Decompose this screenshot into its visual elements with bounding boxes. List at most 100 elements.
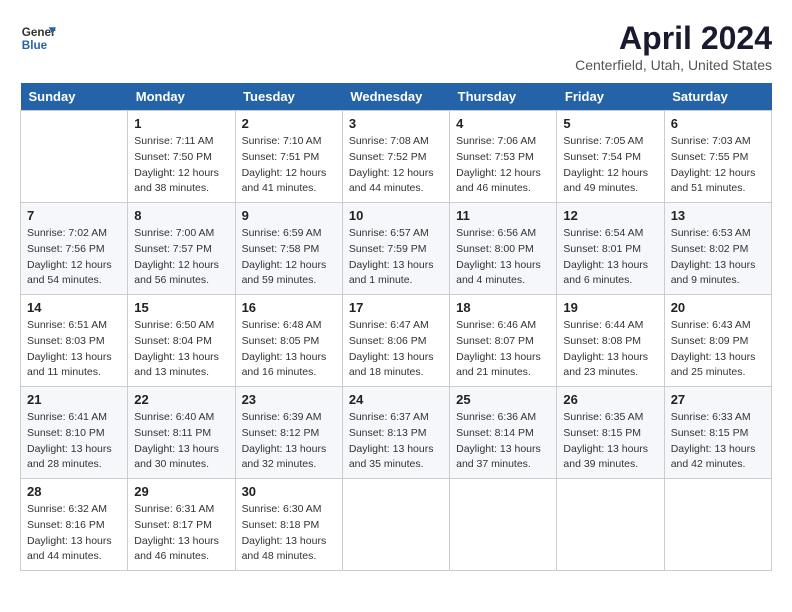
day-header-wednesday: Wednesday: [342, 83, 449, 111]
calendar-cell: 13 Sunrise: 6:53 AM Sunset: 8:02 PM Dayli…: [664, 203, 771, 295]
calendar-cell: 16 Sunrise: 6:48 AM Sunset: 8:05 PM Dayli…: [235, 295, 342, 387]
date-number: 13: [671, 208, 765, 223]
cell-info: Sunrise: 6:48 AM Sunset: 8:05 PM Dayligh…: [242, 318, 336, 381]
cell-info: Sunrise: 7:03 AM Sunset: 7:55 PM Dayligh…: [671, 134, 765, 197]
day-header-saturday: Saturday: [664, 83, 771, 111]
calendar-cell: 21 Sunrise: 6:41 AM Sunset: 8:10 PM Dayli…: [21, 387, 128, 479]
calendar-cell: 30 Sunrise: 6:30 AM Sunset: 8:18 PM Dayli…: [235, 479, 342, 571]
title-area: April 2024 Centerfield, Utah, United Sta…: [575, 20, 772, 73]
calendar-cell: 19 Sunrise: 6:44 AM Sunset: 8:08 PM Dayli…: [557, 295, 664, 387]
cell-info: Sunrise: 6:56 AM Sunset: 8:00 PM Dayligh…: [456, 226, 550, 289]
calendar-cell: 7 Sunrise: 7:02 AM Sunset: 7:56 PM Daylig…: [21, 203, 128, 295]
calendar-cell: 15 Sunrise: 6:50 AM Sunset: 8:04 PM Dayli…: [128, 295, 235, 387]
date-number: 14: [27, 300, 121, 315]
cell-info: Sunrise: 6:35 AM Sunset: 8:15 PM Dayligh…: [563, 410, 657, 473]
cell-info: Sunrise: 6:30 AM Sunset: 8:18 PM Dayligh…: [242, 502, 336, 565]
svg-text:Blue: Blue: [22, 39, 48, 52]
cell-info: Sunrise: 6:51 AM Sunset: 8:03 PM Dayligh…: [27, 318, 121, 381]
calendar-cell: [342, 479, 449, 571]
week-row-2: 7 Sunrise: 7:02 AM Sunset: 7:56 PM Daylig…: [21, 203, 772, 295]
date-number: 6: [671, 116, 765, 131]
location: Centerfield, Utah, United States: [575, 57, 772, 73]
calendar-cell: 3 Sunrise: 7:08 AM Sunset: 7:52 PM Daylig…: [342, 111, 449, 203]
date-number: 22: [134, 392, 228, 407]
cell-info: Sunrise: 6:37 AM Sunset: 8:13 PM Dayligh…: [349, 410, 443, 473]
cell-info: Sunrise: 7:11 AM Sunset: 7:50 PM Dayligh…: [134, 134, 228, 197]
date-number: 23: [242, 392, 336, 407]
calendar-cell: [450, 479, 557, 571]
date-number: 18: [456, 300, 550, 315]
cell-info: Sunrise: 7:08 AM Sunset: 7:52 PM Dayligh…: [349, 134, 443, 197]
calendar-cell: 12Sunrise: 6:54 AM Sunset: 8:01 PM Dayli…: [557, 203, 664, 295]
cell-info: Sunrise: 6:50 AM Sunset: 8:04 PM Dayligh…: [134, 318, 228, 381]
calendar-table: SundayMondayTuesdayWednesdayThursdayFrid…: [20, 83, 772, 571]
cell-info: Sunrise: 7:10 AM Sunset: 7:51 PM Dayligh…: [242, 134, 336, 197]
date-number: 24: [349, 392, 443, 407]
calendar-cell: [557, 479, 664, 571]
date-number: 26: [563, 392, 657, 407]
calendar-cell: 9 Sunrise: 6:59 AM Sunset: 7:58 PM Daylig…: [235, 203, 342, 295]
calendar-cell: 1Sunrise: 7:11 AM Sunset: 7:50 PM Daylig…: [128, 111, 235, 203]
date-number: 25: [456, 392, 550, 407]
calendar-cell: 18 Sunrise: 6:46 AM Sunset: 8:07 PM Dayli…: [450, 295, 557, 387]
cell-info: Sunrise: 6:31 AM Sunset: 8:17 PM Dayligh…: [134, 502, 228, 565]
day-header-monday: Monday: [128, 83, 235, 111]
week-row-1: 1Sunrise: 7:11 AM Sunset: 7:50 PM Daylig…: [21, 111, 772, 203]
header-row: SundayMondayTuesdayWednesdayThursdayFrid…: [21, 83, 772, 111]
cell-info: Sunrise: 6:44 AM Sunset: 8:08 PM Dayligh…: [563, 318, 657, 381]
date-number: 11: [456, 208, 550, 223]
date-number: 3: [349, 116, 443, 131]
day-header-friday: Friday: [557, 83, 664, 111]
day-header-sunday: Sunday: [21, 83, 128, 111]
date-number: 2: [242, 116, 336, 131]
calendar-cell: 5Sunrise: 7:05 AM Sunset: 7:54 PM Daylig…: [557, 111, 664, 203]
calendar-cell: 17Sunrise: 6:47 AM Sunset: 8:06 PM Dayli…: [342, 295, 449, 387]
cell-info: Sunrise: 6:53 AM Sunset: 8:02 PM Dayligh…: [671, 226, 765, 289]
date-number: 8: [134, 208, 228, 223]
calendar-cell: 6 Sunrise: 7:03 AM Sunset: 7:55 PM Daylig…: [664, 111, 771, 203]
date-number: 4: [456, 116, 550, 131]
cell-info: Sunrise: 7:00 AM Sunset: 7:57 PM Dayligh…: [134, 226, 228, 289]
week-row-4: 21 Sunrise: 6:41 AM Sunset: 8:10 PM Dayli…: [21, 387, 772, 479]
cell-info: Sunrise: 6:39 AM Sunset: 8:12 PM Dayligh…: [242, 410, 336, 473]
cell-info: Sunrise: 6:36 AM Sunset: 8:14 PM Dayligh…: [456, 410, 550, 473]
cell-info: Sunrise: 7:02 AM Sunset: 7:56 PM Dayligh…: [27, 226, 121, 289]
day-header-tuesday: Tuesday: [235, 83, 342, 111]
calendar-cell: 23 Sunrise: 6:39 AM Sunset: 8:12 PM Dayli…: [235, 387, 342, 479]
cell-info: Sunrise: 6:40 AM Sunset: 8:11 PM Dayligh…: [134, 410, 228, 473]
calendar-cell: 10Sunrise: 6:57 AM Sunset: 7:59 PM Dayli…: [342, 203, 449, 295]
date-number: 29: [134, 484, 228, 499]
date-number: 9: [242, 208, 336, 223]
date-number: 27: [671, 392, 765, 407]
cell-info: Sunrise: 6:59 AM Sunset: 7:58 PM Dayligh…: [242, 226, 336, 289]
calendar-cell: [21, 111, 128, 203]
week-row-5: 28Sunrise: 6:32 AM Sunset: 8:16 PM Dayli…: [21, 479, 772, 571]
cell-info: Sunrise: 6:57 AM Sunset: 7:59 PM Dayligh…: [349, 226, 443, 289]
calendar-cell: 25 Sunrise: 6:36 AM Sunset: 8:14 PM Dayli…: [450, 387, 557, 479]
cell-info: Sunrise: 6:46 AM Sunset: 8:07 PM Dayligh…: [456, 318, 550, 381]
cell-info: Sunrise: 6:41 AM Sunset: 8:10 PM Dayligh…: [27, 410, 121, 473]
calendar-cell: 14 Sunrise: 6:51 AM Sunset: 8:03 PM Dayli…: [21, 295, 128, 387]
logo-icon: General Blue: [20, 20, 56, 56]
date-number: 19: [563, 300, 657, 315]
date-number: 20: [671, 300, 765, 315]
date-number: 5: [563, 116, 657, 131]
date-number: 30: [242, 484, 336, 499]
month-title: April 2024: [575, 20, 772, 57]
calendar-cell: 11 Sunrise: 6:56 AM Sunset: 8:00 PM Dayli…: [450, 203, 557, 295]
cell-info: Sunrise: 6:33 AM Sunset: 8:15 PM Dayligh…: [671, 410, 765, 473]
calendar-cell: [664, 479, 771, 571]
date-number: 28: [27, 484, 121, 499]
day-header-thursday: Thursday: [450, 83, 557, 111]
date-number: 15: [134, 300, 228, 315]
calendar-cell: 2 Sunrise: 7:10 AM Sunset: 7:51 PM Daylig…: [235, 111, 342, 203]
calendar-cell: 20 Sunrise: 6:43 AM Sunset: 8:09 PM Dayli…: [664, 295, 771, 387]
date-number: 21: [27, 392, 121, 407]
date-number: 16: [242, 300, 336, 315]
calendar-cell: 28Sunrise: 6:32 AM Sunset: 8:16 PM Dayli…: [21, 479, 128, 571]
cell-info: Sunrise: 6:43 AM Sunset: 8:09 PM Dayligh…: [671, 318, 765, 381]
cell-info: Sunrise: 6:54 AM Sunset: 8:01 PM Dayligh…: [563, 226, 657, 289]
logo: General Blue: [20, 20, 56, 56]
date-number: 7: [27, 208, 121, 223]
page-header: General Blue April 2024 Centerfield, Uta…: [20, 20, 772, 73]
